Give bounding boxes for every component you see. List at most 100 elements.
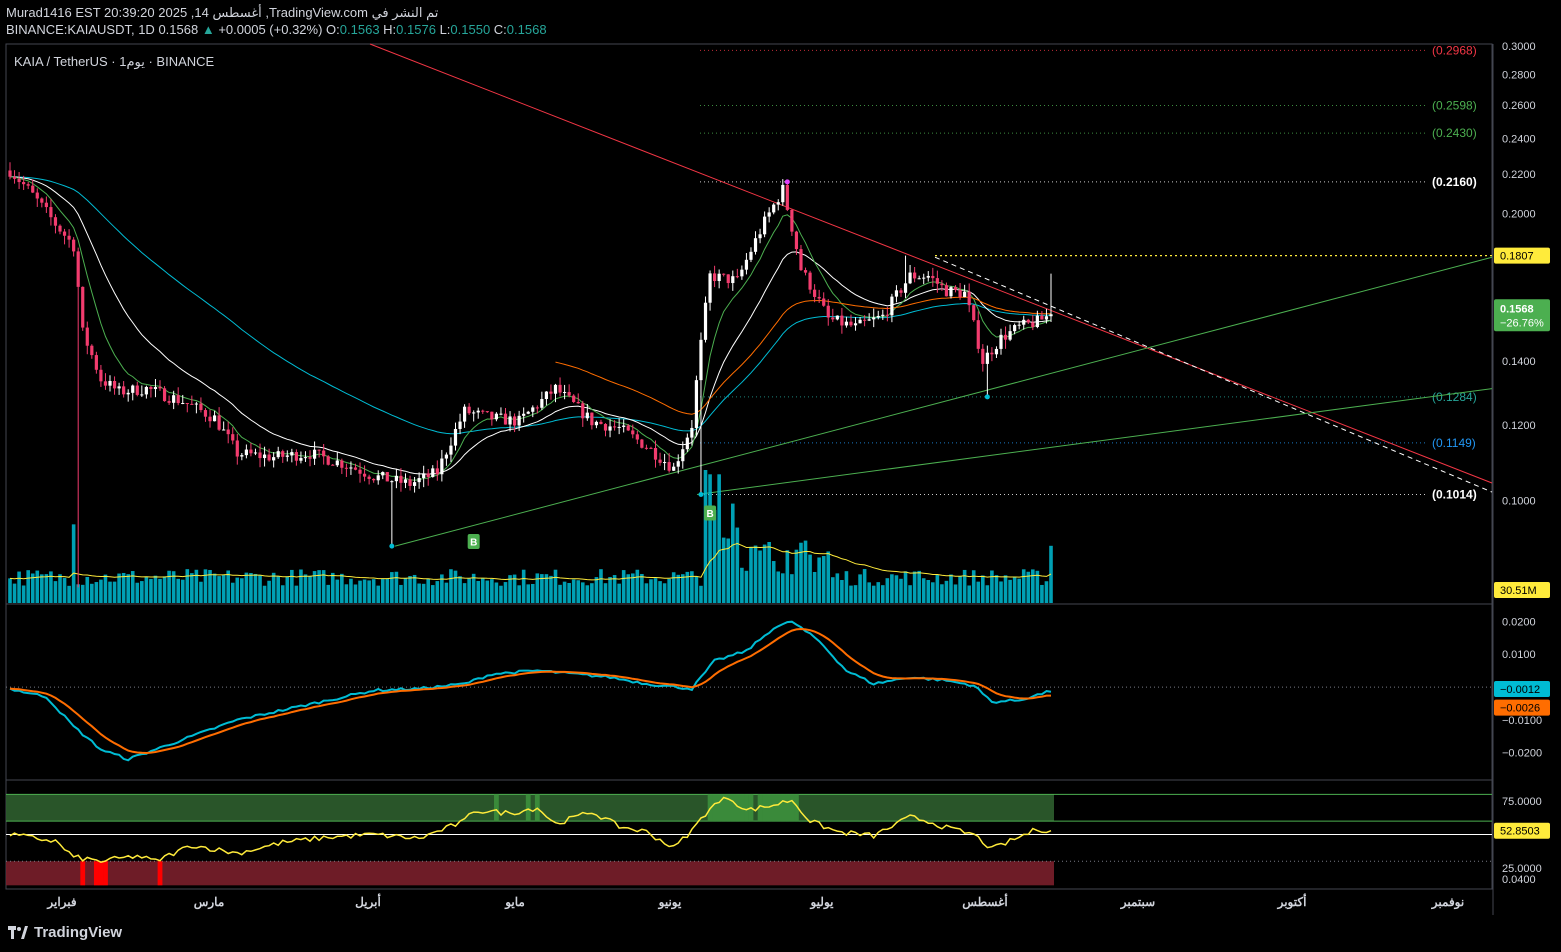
candle-body	[508, 416, 512, 425]
volume-bar	[12, 583, 17, 603]
candle-body	[294, 452, 298, 461]
candle-body	[49, 207, 53, 218]
candle-body	[503, 413, 508, 425]
pivot-dot	[984, 394, 990, 400]
volume-bar	[549, 575, 553, 603]
price-axis-label: 0.2800	[1502, 70, 1536, 82]
candle-body	[217, 415, 221, 430]
candle-body	[1022, 319, 1026, 325]
volume-bar	[494, 582, 499, 603]
candle-body	[76, 251, 80, 287]
candle-body	[535, 407, 539, 409]
rsi-oversold-highlight	[98, 861, 104, 886]
pivot-dot	[698, 492, 704, 498]
candle-body	[476, 410, 480, 413]
candle-body	[722, 273, 726, 275]
candle-body	[826, 305, 830, 318]
candle-body	[581, 403, 585, 419]
candle-body	[26, 184, 30, 186]
support-trendline	[394, 256, 1493, 547]
volume-bar	[280, 585, 285, 603]
candle-body	[635, 434, 639, 440]
volume-bar	[694, 576, 699, 603]
volume-bar	[485, 580, 490, 603]
candle-body	[499, 413, 503, 415]
volume-bar	[99, 579, 103, 603]
resistance-trendline	[369, 43, 1493, 484]
volume-bar	[199, 581, 203, 603]
rsi-axis-label: 75.0000	[1502, 796, 1542, 808]
candle-body	[431, 468, 435, 477]
rsi-badge: 52.8503	[1500, 826, 1540, 838]
volume-bar	[776, 571, 781, 603]
volume-bar	[962, 569, 967, 603]
volume-bar	[385, 578, 390, 603]
volume-bar	[303, 574, 308, 603]
candle-body	[894, 290, 899, 297]
candle-body	[981, 348, 985, 364]
volume-bar	[599, 569, 603, 603]
volume-bar	[576, 580, 581, 603]
candle-body	[31, 185, 35, 193]
volume-bar	[981, 575, 985, 603]
volume-bar	[85, 576, 90, 603]
volume-bar	[999, 581, 1003, 603]
candle-body	[676, 461, 680, 467]
candle-body	[312, 449, 317, 459]
candle-body	[426, 473, 430, 477]
candle-body	[326, 456, 330, 465]
macd-axis-label: −0.0100	[1502, 715, 1542, 727]
volume-bar	[590, 583, 594, 603]
candle-body	[935, 278, 939, 284]
volume-bar	[53, 581, 58, 603]
candle-body	[908, 272, 912, 284]
volume-bar	[135, 582, 140, 603]
rsi-oversold-highlight	[157, 861, 163, 886]
volume-bar	[258, 575, 262, 603]
volume-bar	[458, 576, 462, 603]
volume-bar	[290, 569, 294, 603]
rsi-overbought-highlight	[525, 794, 531, 822]
price-level-label: (0.2160)	[1432, 175, 1477, 189]
volume-bar	[1031, 569, 1035, 603]
volume-bar	[1017, 578, 1021, 603]
symbol-legend[interactable]: KAIA / TetherUS · 1يوم · BINANCE	[14, 54, 214, 70]
chart-canvas[interactable]: 0.30000.28000.26000.24000.22000.20000.16…	[0, 0, 1561, 952]
candle-body	[412, 482, 417, 486]
volume-bar	[362, 579, 367, 603]
candle-body	[526, 411, 530, 414]
volume-bar	[121, 572, 126, 603]
candle-body	[231, 434, 235, 441]
tradingview-footer[interactable]: TradingView	[8, 924, 122, 941]
candle-body	[872, 317, 876, 320]
candle-body	[340, 460, 344, 468]
candle-body	[408, 479, 412, 486]
volume-bar	[1012, 576, 1017, 603]
candle-body	[822, 298, 826, 306]
candle-body	[467, 406, 471, 414]
candle-body	[644, 447, 649, 449]
candle-body	[899, 290, 903, 293]
candle-body	[81, 286, 85, 328]
volume-bar	[931, 582, 935, 603]
volume-bar	[408, 576, 412, 603]
volume-bar	[894, 575, 899, 603]
rsi-overbought-highlight	[775, 794, 781, 822]
candle-body	[608, 426, 612, 431]
volume-bar	[176, 578, 180, 603]
candle-body	[758, 234, 762, 239]
candle-body	[694, 380, 699, 428]
volume-bar	[367, 580, 371, 603]
volume-bar	[503, 582, 508, 603]
candle-body	[631, 430, 635, 435]
volume-bar	[608, 576, 612, 603]
candle-body	[403, 479, 408, 483]
candle-body	[817, 296, 821, 299]
macd-axis-label: 0.0100	[1502, 649, 1536, 661]
volume-bar	[71, 524, 76, 603]
ema-fast-line	[9, 176, 1052, 481]
volume-bar	[635, 569, 640, 603]
candle-body	[62, 231, 67, 236]
time-axis-label: فبراير	[46, 895, 77, 910]
volume-bar	[412, 574, 417, 603]
